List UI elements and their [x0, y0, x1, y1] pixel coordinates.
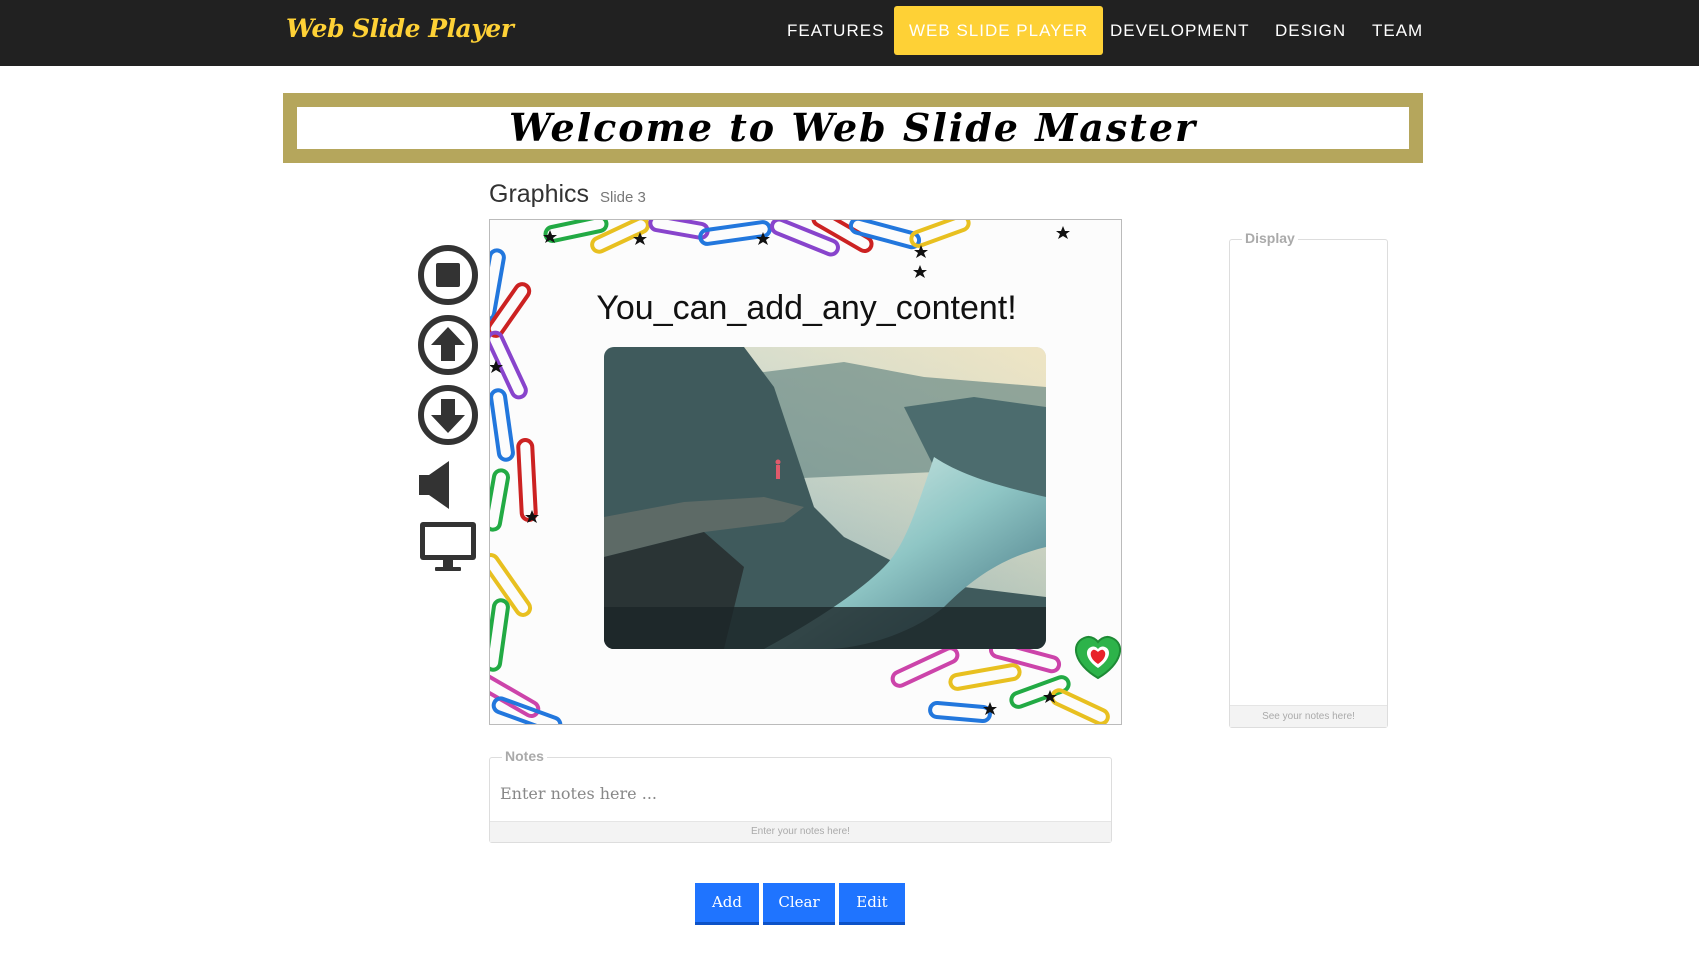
nav-item-features[interactable]: FEATURES [772, 6, 899, 55]
nav-item-web-slide-player[interactable]: WEB SLIDE PLAYER [894, 6, 1104, 55]
edit-button[interactable]: Edit [839, 883, 905, 925]
slide-content-text: You_can_add_any_content! [490, 289, 1121, 328]
notes-input[interactable] [500, 780, 1090, 806]
display-footer: See your notes here! [1230, 705, 1387, 727]
arrow-down-icon[interactable] [417, 384, 479, 446]
stop-icon[interactable] [417, 244, 479, 306]
volume-icon[interactable] [417, 454, 479, 516]
nav-item-team[interactable]: TEAM [1357, 6, 1438, 55]
notes-panel: Notes Enter your notes here! [489, 748, 1112, 843]
arrow-up-icon[interactable] [417, 314, 479, 376]
banner-inner: Welcome to Web Slide Master [297, 107, 1409, 149]
slide-title: Graphics [489, 180, 590, 208]
nav-item-development[interactable]: DEVELOPMENT [1095, 6, 1264, 55]
slide-heading: Graphics Slide 3 [489, 180, 646, 209]
slide-viewer: You_can_add_any_content! [489, 219, 1122, 725]
display-legend: Display [1242, 230, 1298, 246]
top-navbar: Web Slide Player FEATURES WEB SLIDE PLAY… [0, 0, 1699, 66]
monitor-icon[interactable] [417, 516, 479, 578]
display-panel: Display See your notes here! [1229, 230, 1388, 728]
slide-landscape-image [604, 347, 1046, 649]
slide-number: Slide 3 [600, 189, 646, 206]
nav-item-design[interactable]: DESIGN [1260, 6, 1361, 55]
add-button[interactable]: Add [695, 883, 759, 925]
brand-logo[interactable]: Web Slide Player [286, 14, 514, 43]
clear-button[interactable]: Clear [763, 883, 835, 925]
notes-legend: Notes [502, 748, 547, 764]
notes-footer: Enter your notes here! [490, 821, 1111, 842]
welcome-banner: Welcome to Web Slide Master [283, 93, 1423, 163]
banner-title: Welcome to Web Slide Master [508, 105, 1198, 150]
slide-content-label: You_can_add_any_content! [596, 289, 1017, 327]
